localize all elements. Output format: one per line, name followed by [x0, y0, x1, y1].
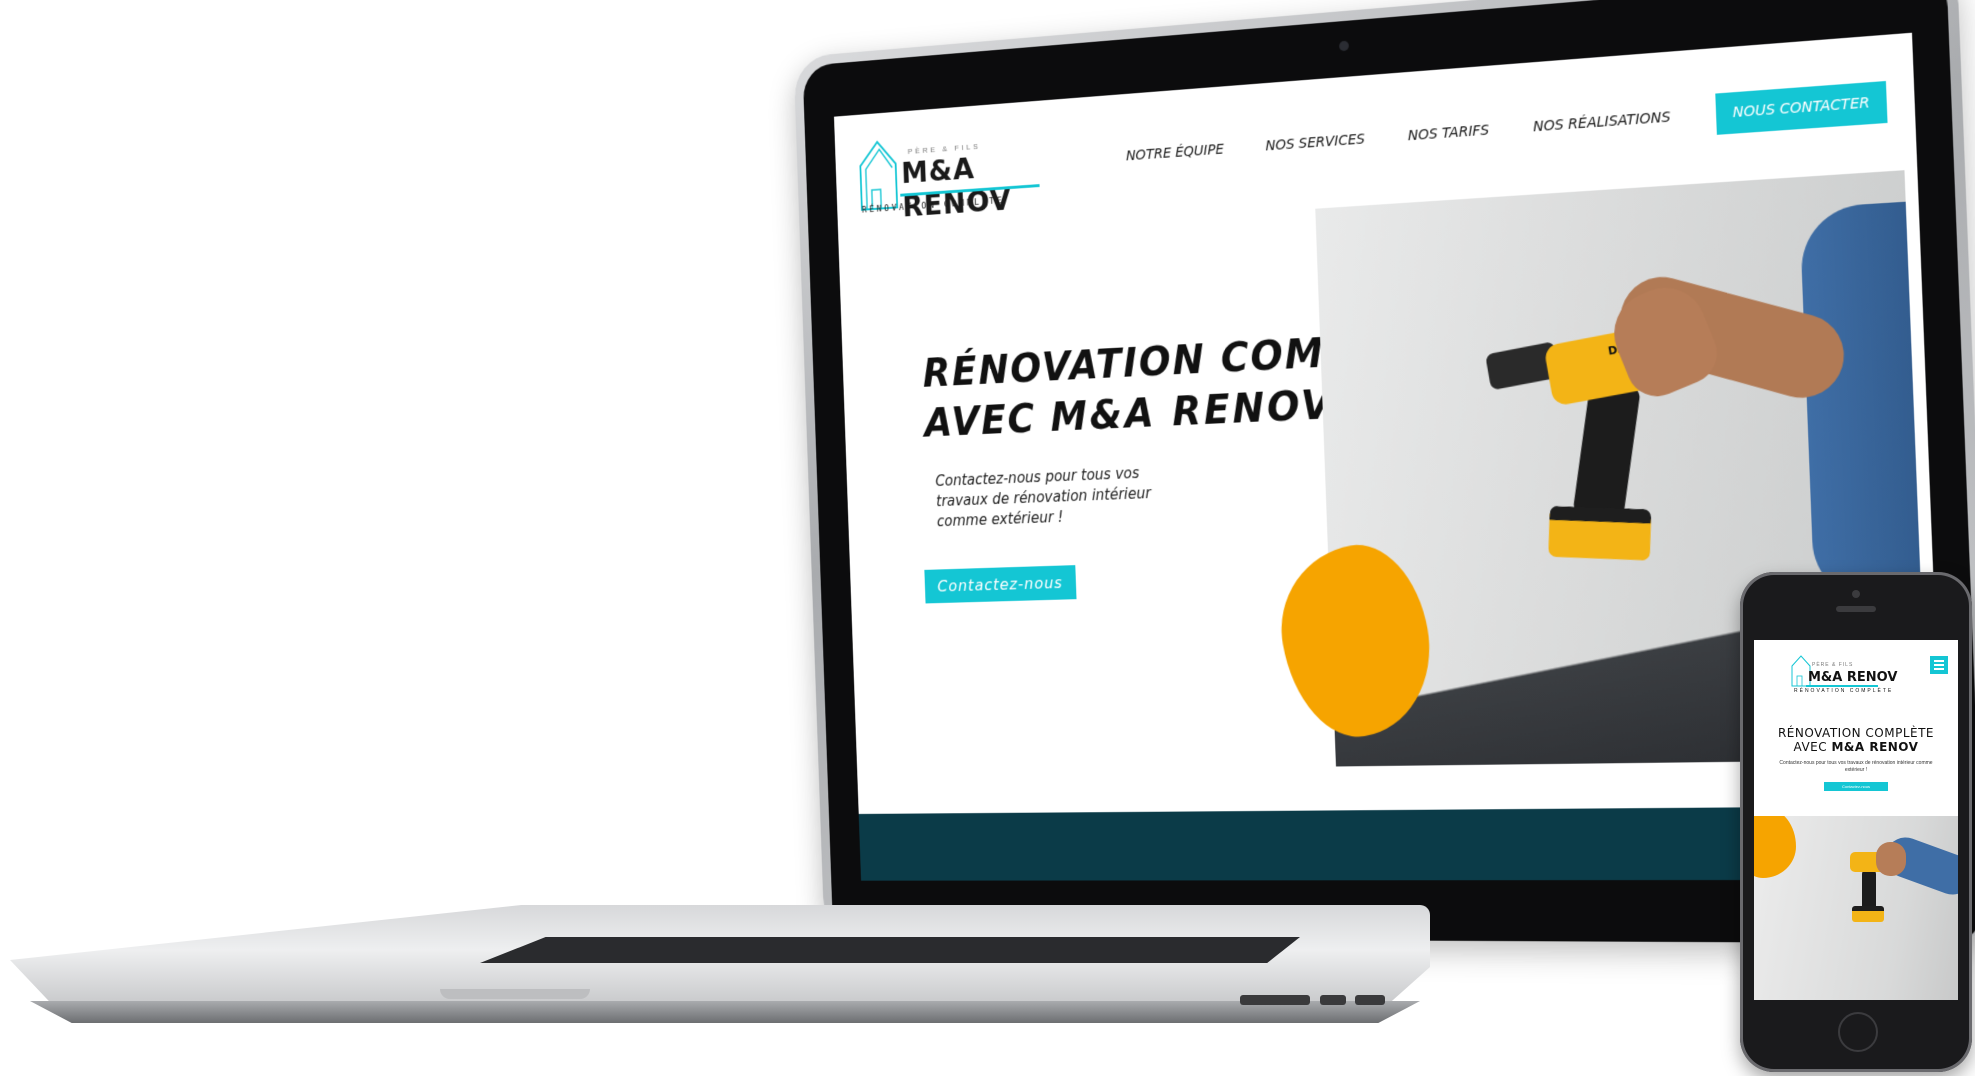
mobile-hero-title-line1: RÉNOVATION COMPLÈTE	[1777, 726, 1935, 740]
mobile-logo-tagline: PÈRE & FILS	[1812, 662, 1854, 668]
mobile-logo-underline	[1806, 685, 1878, 687]
site-logo[interactable]: PÈRE & FILS M&A RENOV RÉNOVATION COMPLÈT…	[856, 123, 1056, 224]
nav-item-nos-services[interactable]: NOS SERVICES	[1265, 131, 1365, 154]
hero-description: Contactez-nous pour tous vos travaux de …	[935, 464, 1152, 531]
usb-port	[1320, 995, 1346, 1005]
contactez-nous-button[interactable]: Contactez-nous	[924, 565, 1077, 604]
hero-title-brand: M&A RENOV	[1049, 382, 1335, 441]
nav-item-nos-tarifs[interactable]: NOS TARIFS	[1408, 122, 1490, 144]
sd-card-port	[1240, 995, 1310, 1005]
mobile-hero-title-line2-prefix: AVEC	[1793, 740, 1832, 754]
mobile-logo-subtitle: RÉNOVATION COMPLÈTE	[1794, 688, 1894, 694]
hero-title-line2-prefix: AVEC	[923, 396, 1052, 447]
nous-contacter-button[interactable]: NOUS CONTACTER	[1715, 80, 1888, 135]
drill-grip	[1572, 381, 1641, 521]
drill-battery	[1548, 505, 1652, 561]
main-nav: NOTRE ÉQUIPE NOS SERVICES NOS TARIFS NOS…	[1125, 80, 1888, 176]
hdmi-port	[1355, 995, 1385, 1005]
mobile-orange-blob	[1754, 816, 1796, 878]
camera-icon	[1338, 40, 1350, 52]
phone-screen: PÈRE & FILS M&A RENOV RÉNOVATION COMPLÈT…	[1754, 640, 1958, 1000]
laptop-base-edge	[30, 1001, 1420, 1023]
nav-item-notre-equipe[interactable]: NOTRE ÉQUIPE	[1126, 142, 1224, 165]
laptop-base	[10, 905, 1430, 1045]
phone-speaker	[1836, 606, 1876, 612]
mobile-hero-photo	[1754, 816, 1958, 1000]
phone: PÈRE & FILS M&A RENOV RÉNOVATION COMPLÈT…	[1740, 572, 1972, 1072]
phone-camera-icon	[1852, 590, 1860, 598]
laptop-keyboard	[480, 937, 1300, 963]
mobile-logo-name: M&A RENOV	[1808, 670, 1898, 685]
nav-item-nos-realisations[interactable]: NOS RÉALISATIONS	[1533, 109, 1671, 135]
mobile-hero-description: Contactez-nous pour tous vos travaux de …	[1779, 760, 1933, 773]
hamburger-icon[interactable]	[1930, 656, 1948, 674]
mobile-drill-grip	[1862, 870, 1876, 910]
mobile-drill-battery	[1852, 906, 1884, 922]
mobile-hero-title: RÉNOVATION COMPLÈTE AVEC M&A RENOV	[1754, 726, 1958, 754]
mobile-photo-hand	[1876, 842, 1906, 876]
phone-home-button[interactable]	[1838, 1012, 1878, 1052]
photo-sleeve	[1799, 199, 1928, 605]
mobile-hero-title-brand: M&A RENOV	[1831, 740, 1919, 754]
mobile-contactez-nous-button[interactable]: Contactez-nous	[1824, 782, 1888, 791]
laptop-notch	[440, 989, 590, 999]
